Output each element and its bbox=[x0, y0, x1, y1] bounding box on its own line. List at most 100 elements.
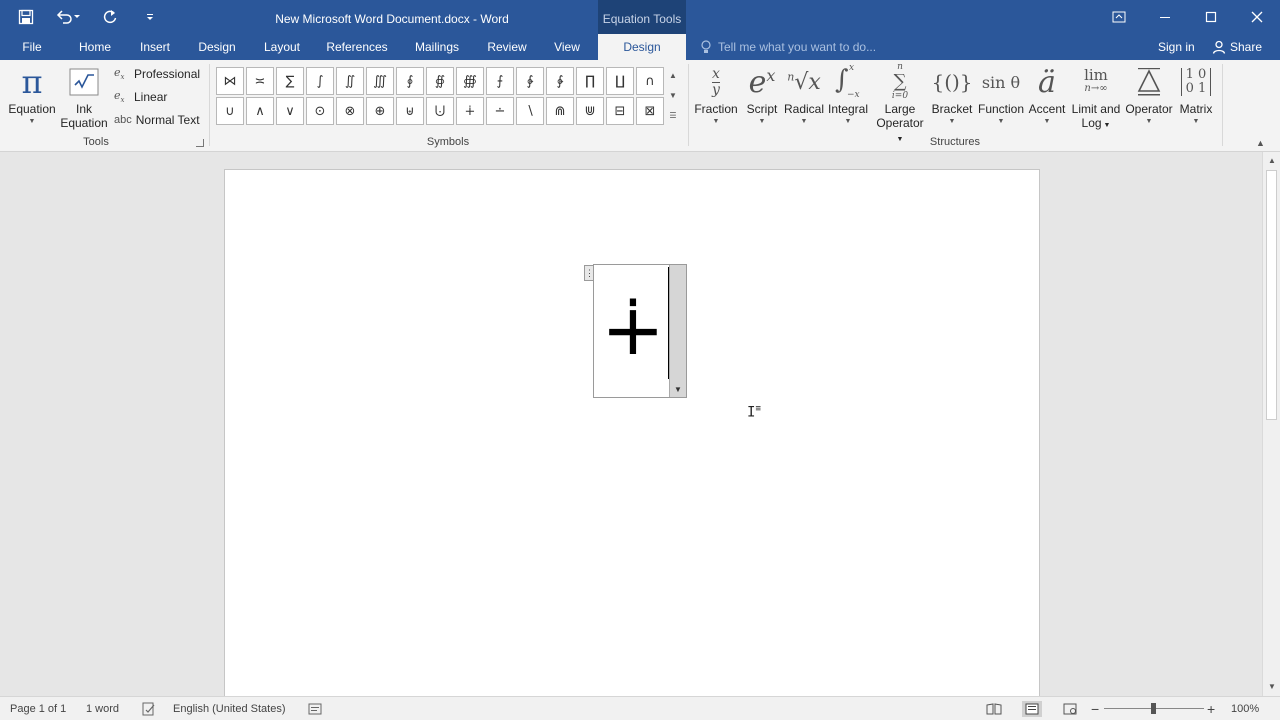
symbol-button[interactable]: ∪ bbox=[216, 97, 244, 125]
symbol-button[interactable]: ∮ bbox=[396, 67, 424, 95]
symbol-button[interactable]: ⨃ bbox=[426, 97, 454, 125]
symbol-button[interactable]: ∬ bbox=[336, 67, 364, 95]
group-divider bbox=[1222, 64, 1223, 146]
zoom-in-icon[interactable]: + bbox=[1207, 697, 1215, 720]
read-mode-icon[interactable] bbox=[984, 701, 1004, 717]
symbol-button[interactable]: ∨ bbox=[276, 97, 304, 125]
symbol-button[interactable]: ⊎ bbox=[396, 97, 424, 125]
tab-equation-design[interactable]: Design bbox=[598, 34, 686, 60]
symbol-button[interactable]: ∑ bbox=[276, 67, 304, 95]
tab-references[interactable]: References bbox=[322, 34, 392, 60]
operator-button[interactable]: Operator ▼ bbox=[1124, 62, 1174, 125]
accent-button[interactable]: ä Accent ▼ bbox=[1026, 62, 1068, 126]
tab-view[interactable]: View bbox=[546, 34, 588, 60]
matrix-button[interactable]: 1 00 1 Matrix ▼ bbox=[1174, 62, 1218, 126]
symbol-button[interactable]: ∫ bbox=[306, 67, 334, 95]
normal-text-label: Normal Text bbox=[135, 113, 200, 127]
equation-button[interactable]: π Equation ▼ bbox=[6, 62, 58, 125]
close-icon[interactable] bbox=[1234, 0, 1280, 34]
equation-options-dropdown-icon[interactable]: ▼ bbox=[670, 383, 686, 397]
scroll-up-arrow-icon[interactable]: ▲ bbox=[1263, 154, 1280, 168]
symbol-button[interactable]: ⋒ bbox=[546, 97, 574, 125]
symbol-button[interactable]: ∩ bbox=[636, 67, 664, 95]
vertical-scrollbar[interactable]: ▲ ▼ bbox=[1262, 152, 1280, 696]
normal-text-button[interactable]: abc Normal Text bbox=[114, 110, 200, 130]
function-button[interactable]: sin θ Function ▼ bbox=[976, 62, 1026, 126]
equation-content[interactable]: ∔ bbox=[598, 273, 668, 383]
tab-file[interactable]: File bbox=[14, 34, 50, 60]
script-button[interactable]: ex Script ▼ bbox=[740, 62, 784, 126]
minimize-icon[interactable] bbox=[1142, 0, 1188, 34]
collapse-ribbon-icon[interactable]: ▲ bbox=[1256, 138, 1265, 148]
scroll-down-icon[interactable]: ▼ bbox=[669, 86, 677, 106]
symbol-button[interactable]: ∐ bbox=[606, 67, 634, 95]
tools-group-label: Tools bbox=[83, 136, 109, 148]
integral-upper: x bbox=[849, 63, 855, 73]
proofing-icon[interactable] bbox=[142, 697, 156, 720]
limit-and-log-button[interactable]: lim n→∞ Limit and Log ▼ bbox=[1068, 62, 1124, 131]
ink-equation-button[interactable]: Ink Equation bbox=[58, 62, 110, 130]
symbol-button[interactable]: ≍ bbox=[246, 67, 274, 95]
symbol-button[interactable]: ⋓ bbox=[576, 97, 604, 125]
equation-box[interactable]: ⋮ ∔ ▼ bbox=[584, 264, 687, 398]
tell-me-box[interactable]: Tell me what you want to do... bbox=[700, 34, 876, 60]
symbol-button[interactable]: ∏ bbox=[576, 67, 604, 95]
ribbon: π Equation ▼ Ink Equation ex Professiona… bbox=[0, 60, 1280, 152]
print-layout-icon[interactable] bbox=[1022, 701, 1042, 717]
symbol-button[interactable]: ∧ bbox=[246, 97, 274, 125]
tools-dialog-launcher-icon[interactable] bbox=[196, 139, 204, 147]
zoom-level[interactable]: 100% bbox=[1231, 697, 1259, 720]
word-count[interactable]: 1 word bbox=[86, 697, 119, 720]
symbol-button[interactable]: ∭ bbox=[366, 67, 394, 95]
symbol-button[interactable]: ∯ bbox=[426, 67, 454, 95]
zoom-slider-thumb[interactable] bbox=[1151, 703, 1156, 714]
sign-in-link[interactable]: Sign in bbox=[1158, 34, 1195, 60]
tab-insert[interactable]: Insert bbox=[132, 34, 178, 60]
limit-icon: lim n→∞ bbox=[1084, 66, 1108, 95]
scrollbar-thumb[interactable] bbox=[1266, 170, 1277, 420]
symbol-button[interactable]: ⊙ bbox=[306, 97, 334, 125]
zoom-out-icon[interactable]: − bbox=[1091, 697, 1099, 720]
document-page[interactable]: ⋮ ∔ ▼ I≡ bbox=[224, 169, 1040, 709]
integral-button[interactable]: ∫ x −x Integral ▼ bbox=[824, 62, 872, 125]
chevron-down-icon: ▼ bbox=[1192, 118, 1200, 125]
radical-button[interactable]: n√x Radical ▼ bbox=[784, 62, 824, 126]
symbol-button[interactable]: ∲ bbox=[516, 67, 544, 95]
large-operator-label-2-text: Operator bbox=[876, 116, 924, 130]
professional-button[interactable]: ex Professional bbox=[114, 64, 200, 84]
share-button[interactable]: Share bbox=[1212, 34, 1262, 60]
bracket-button[interactable]: {()} Bracket ▼ bbox=[928, 62, 976, 125]
large-operator-button[interactable]: n ∑ i=0 Large Operator ▼ bbox=[872, 62, 928, 144]
ink-equation-label-1: Ink bbox=[75, 102, 92, 116]
symbol-button[interactable]: ⊗ bbox=[336, 97, 364, 125]
symbol-button[interactable]: ∸ bbox=[486, 97, 514, 125]
maximize-icon[interactable] bbox=[1188, 0, 1234, 34]
symbol-button[interactable]: ⨍ bbox=[486, 67, 514, 95]
symbol-button[interactable]: ∖ bbox=[516, 97, 544, 125]
symbol-button[interactable]: ⊟ bbox=[606, 97, 634, 125]
macro-recording-icon[interactable] bbox=[308, 697, 322, 720]
symbol-button[interactable]: ⊠ bbox=[636, 97, 664, 125]
tab-mailings[interactable]: Mailings bbox=[406, 34, 468, 60]
tab-layout[interactable]: Layout bbox=[256, 34, 308, 60]
tab-review[interactable]: Review bbox=[482, 34, 532, 60]
more-symbols-icon[interactable]: ☰ bbox=[669, 106, 676, 126]
web-layout-icon[interactable] bbox=[1060, 701, 1080, 717]
tell-me-placeholder: Tell me what you want to do... bbox=[718, 40, 877, 54]
symbol-button[interactable]: ∔ bbox=[456, 97, 484, 125]
tab-design[interactable]: Design bbox=[192, 34, 242, 60]
symbol-button[interactable]: ∳ bbox=[546, 67, 574, 95]
tab-home[interactable]: Home bbox=[72, 34, 118, 60]
symbol-button[interactable]: ⋈ bbox=[216, 67, 244, 95]
equation-label: Equation bbox=[8, 102, 56, 116]
fraction-button[interactable]: xy Fraction ▼ bbox=[692, 62, 740, 125]
symbol-button[interactable]: ∰ bbox=[456, 67, 484, 95]
scroll-down-arrow-icon[interactable]: ▼ bbox=[1263, 680, 1280, 694]
symbol-button[interactable]: ⊕ bbox=[366, 97, 394, 125]
scroll-up-icon[interactable]: ▲ bbox=[669, 66, 677, 86]
linear-button[interactable]: ex Linear bbox=[114, 87, 167, 107]
language-indicator[interactable]: English (United States) bbox=[173, 697, 286, 720]
page-count[interactable]: Page 1 of 1 bbox=[10, 697, 66, 720]
equation-handle-icon[interactable]: ⋮ bbox=[584, 265, 594, 281]
ribbon-display-options-icon[interactable] bbox=[1096, 0, 1142, 34]
